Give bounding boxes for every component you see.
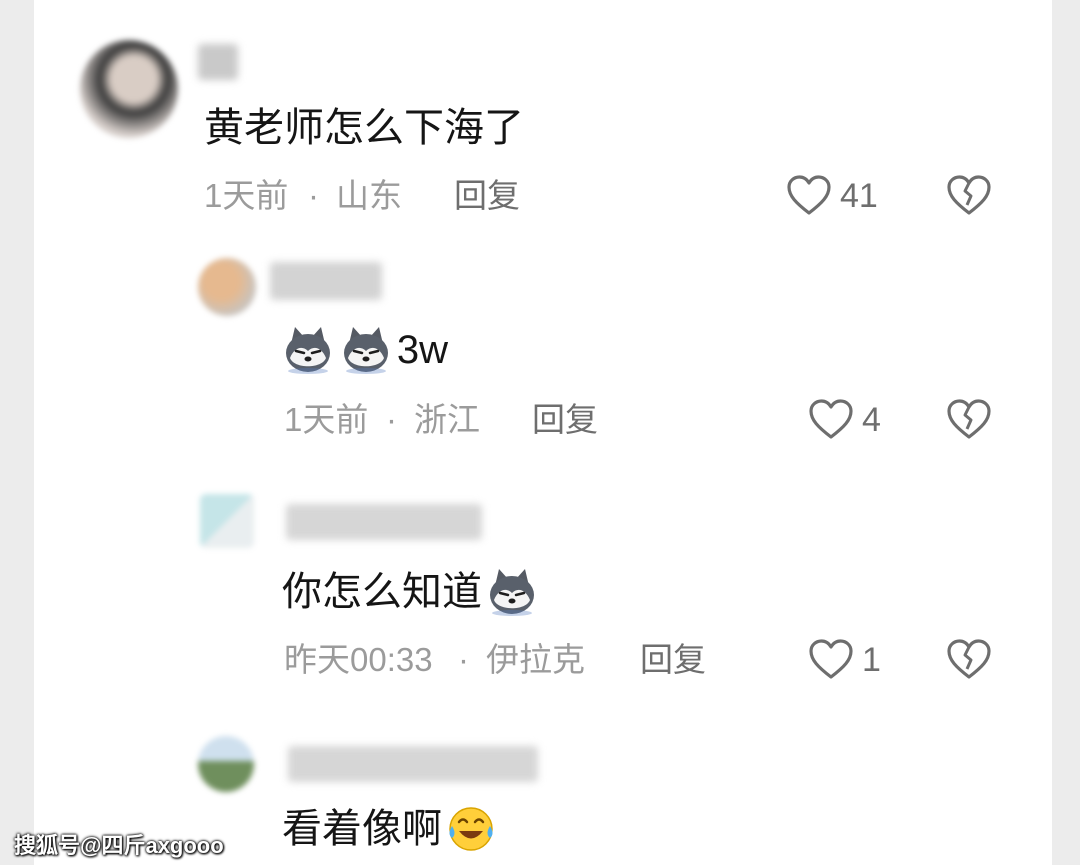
comment-text: 黄老师怎么下海了 <box>204 106 524 150</box>
like-count: 4 <box>862 401 881 439</box>
username-blurred[interactable] <box>270 262 382 300</box>
husky-emoji-icon <box>486 566 538 618</box>
comment-text: 看着像啊 <box>282 807 442 851</box>
user-avatar[interactable] <box>80 40 178 138</box>
laughing-tears-emoji-icon <box>446 804 496 854</box>
reply-button[interactable]: 回复 <box>454 176 520 216</box>
comment-time: 昨天00:33 <box>284 641 433 678</box>
like-count: 1 <box>862 641 881 679</box>
user-avatar[interactable] <box>198 258 256 316</box>
comment-time: 1天前 <box>204 177 289 214</box>
comment-location: 浙江 <box>414 401 480 438</box>
username-blurred[interactable] <box>286 504 482 540</box>
meta-separator: · <box>386 401 397 438</box>
comment-content: 你怎么知道 <box>282 566 538 618</box>
username-blurred[interactable] <box>288 746 538 782</box>
comment-location: 山东 <box>336 177 402 214</box>
heart-outline-icon[interactable] <box>808 398 854 440</box>
husky-emoji-icon <box>282 324 334 376</box>
broken-heart-icon[interactable] <box>946 638 992 680</box>
comment-location: 伊拉克 <box>486 641 585 678</box>
comment-text: 3w <box>396 328 449 372</box>
comment-text: 你怎么知道 <box>282 570 482 614</box>
user-avatar[interactable] <box>198 736 254 792</box>
meta-separator: · <box>308 177 319 214</box>
broken-heart-icon[interactable] <box>946 174 992 216</box>
heart-outline-icon[interactable] <box>808 638 854 680</box>
username-blurred[interactable] <box>198 44 238 80</box>
husky-emoji-icon <box>340 324 392 376</box>
comment-content: 3w <box>282 324 448 376</box>
like-count: 41 <box>840 177 878 215</box>
heart-outline-icon[interactable] <box>786 174 832 216</box>
meta-separator: · <box>458 641 469 678</box>
reply-button[interactable]: 回复 <box>640 640 706 680</box>
user-avatar[interactable] <box>200 494 254 548</box>
comment-content: 看着像啊 <box>282 804 496 856</box>
reply-button[interactable]: 回复 <box>532 400 598 440</box>
broken-heart-icon[interactable] <box>946 398 992 440</box>
watermark: 搜狐号@四斤axgooo <box>14 833 224 858</box>
comment-time: 1天前 <box>284 401 369 438</box>
